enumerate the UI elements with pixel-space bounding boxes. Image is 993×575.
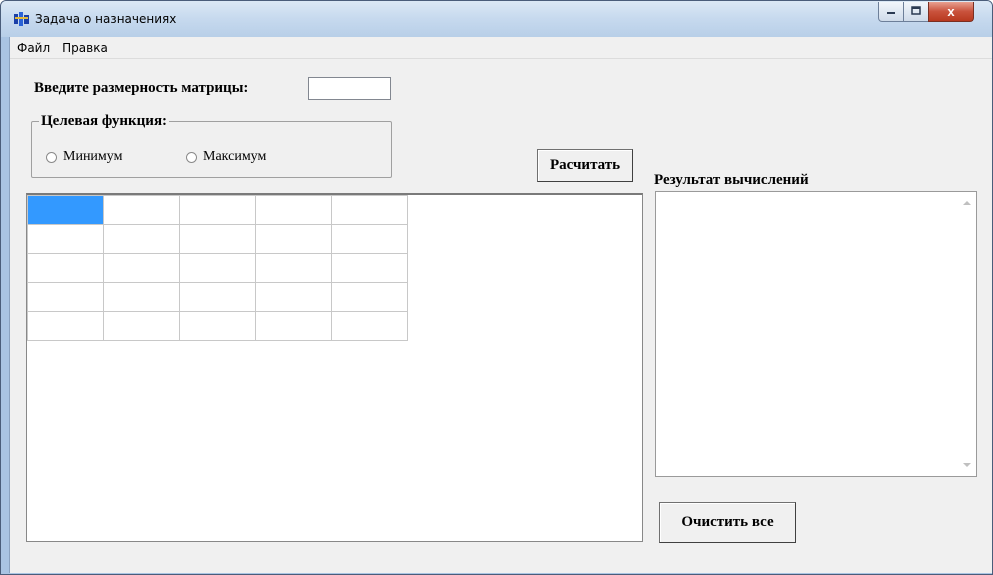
matrix-row [27, 311, 408, 341]
window-title: Задача о назначениях [35, 12, 177, 26]
matrix-cell[interactable] [27, 224, 104, 254]
matrix-cell[interactable] [103, 253, 180, 283]
matrix-cell[interactable] [103, 282, 180, 312]
matrix-cell[interactable] [27, 195, 104, 225]
matrix-cell[interactable] [331, 195, 408, 225]
matrix-cell[interactable] [331, 253, 408, 283]
radio-maximum-circle[interactable] [186, 151, 197, 163]
matrix-cell[interactable] [179, 311, 256, 341]
minimize-icon [886, 3, 896, 21]
matrix-row [27, 224, 408, 254]
matrix-size-input[interactable] [308, 77, 391, 100]
radio-minimum-circle[interactable] [46, 151, 57, 163]
radio-maximum[interactable]: Максимум [186, 149, 266, 165]
matrix-grid [26, 193, 643, 542]
result-scrollbar[interactable] [959, 192, 976, 476]
matrix-cell[interactable] [179, 224, 256, 254]
result-label: Результат вычислений [654, 172, 809, 188]
matrix-cell[interactable] [179, 253, 256, 283]
calculate-button[interactable]: Расчитать [537, 149, 633, 182]
close-button[interactable]: x [928, 2, 974, 22]
result-textarea[interactable] [655, 191, 977, 477]
minimize-button[interactable] [878, 2, 904, 22]
matrix-cell[interactable] [27, 311, 104, 341]
matrix-row [27, 195, 408, 225]
app-window: Задача о назначениях x Файл Правка Введи… [0, 0, 993, 575]
scroll-down-icon[interactable] [963, 463, 971, 467]
matrix-row [27, 253, 408, 283]
app-icon [14, 12, 30, 26]
objective-function-legend: Целевая функция: [39, 113, 170, 130]
matrix-cell[interactable] [103, 195, 180, 225]
matrix-size-label: Введите размерность матрицы: [34, 80, 249, 96]
matrix-cell[interactable] [255, 195, 332, 225]
radio-maximum-label: Максимум [203, 149, 267, 164]
matrix-cell[interactable] [103, 311, 180, 341]
objective-function-group: Целевая функция: Минимум Максимум [31, 113, 392, 178]
menu-edit[interactable]: Правка [57, 41, 113, 55]
menu-bar: Файл Правка [10, 37, 992, 59]
matrix-cell[interactable] [103, 224, 180, 254]
menu-file[interactable]: Файл [12, 41, 55, 55]
client-area: Файл Правка Введите размерность матрицы:… [9, 37, 992, 573]
clear-all-button[interactable]: Очистить все [659, 502, 796, 543]
matrix-cell[interactable] [331, 282, 408, 312]
matrix-cell[interactable] [255, 224, 332, 254]
matrix-cell[interactable] [331, 224, 408, 254]
matrix-cell[interactable] [179, 195, 256, 225]
matrix-cell[interactable] [331, 311, 408, 341]
title-bar[interactable]: Задача о назначениях x [1, 1, 992, 37]
matrix-cell[interactable] [255, 253, 332, 283]
matrix-table [27, 195, 408, 341]
matrix-cell[interactable] [27, 253, 104, 283]
maximize-icon [911, 3, 921, 21]
matrix-cell[interactable] [255, 282, 332, 312]
maximize-button[interactable] [903, 2, 929, 22]
radio-minimum-label: Минимум [63, 149, 123, 164]
scroll-up-icon[interactable] [963, 201, 971, 205]
radio-minimum[interactable]: Минимум [46, 149, 122, 165]
matrix-row [27, 282, 408, 312]
matrix-cell[interactable] [255, 311, 332, 341]
close-icon: x [947, 4, 955, 19]
matrix-cell[interactable] [27, 282, 104, 312]
matrix-cell[interactable] [179, 282, 256, 312]
